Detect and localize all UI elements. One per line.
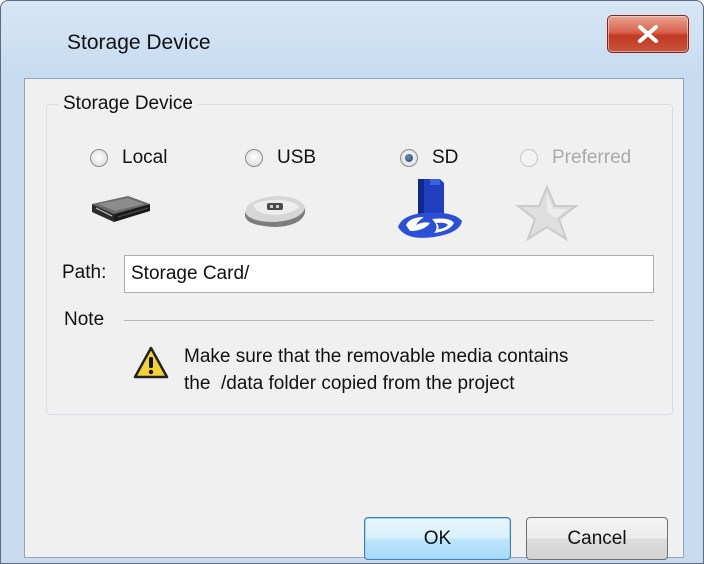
sd-card-icon[interactable] (394, 177, 466, 243)
radio-usb-label: USB (277, 147, 317, 168)
close-icon (638, 25, 658, 43)
ok-button[interactable]: OK (364, 517, 511, 560)
radio-button-checked-icon (400, 149, 418, 167)
radio-button-icon (90, 149, 108, 167)
cancel-button[interactable]: Cancel (526, 517, 668, 560)
radio-local[interactable]: Local (90, 143, 167, 173)
path-label: Path: (62, 262, 107, 283)
radio-button-icon (520, 149, 538, 167)
note-message: Make sure that the removable media conta… (184, 343, 568, 397)
radio-sd[interactable]: SD (400, 143, 458, 173)
note-label: Note (64, 309, 105, 330)
warning-icon (133, 346, 169, 379)
note-message-line-2: the /data folder copied from the project (184, 373, 515, 394)
radio-usb[interactable]: USB (245, 143, 316, 173)
window-title: Storage Device (67, 31, 211, 54)
note-message-line-1: Make sure that the removable media conta… (184, 346, 569, 367)
radio-sd-label: SD (432, 147, 459, 168)
local-drive-icon[interactable] (88, 192, 154, 226)
radio-preferred-label: Preferred (552, 147, 632, 168)
radio-local-label: Local (122, 147, 168, 168)
group-title: Storage Device (58, 93, 198, 115)
radio-preferred: Preferred (520, 143, 631, 173)
radio-button-icon (245, 149, 263, 167)
close-button[interactable] (607, 15, 689, 53)
star-icon (515, 184, 579, 242)
note-divider (124, 320, 654, 321)
usb-drive-icon[interactable] (241, 192, 309, 228)
path-input[interactable] (124, 255, 654, 293)
